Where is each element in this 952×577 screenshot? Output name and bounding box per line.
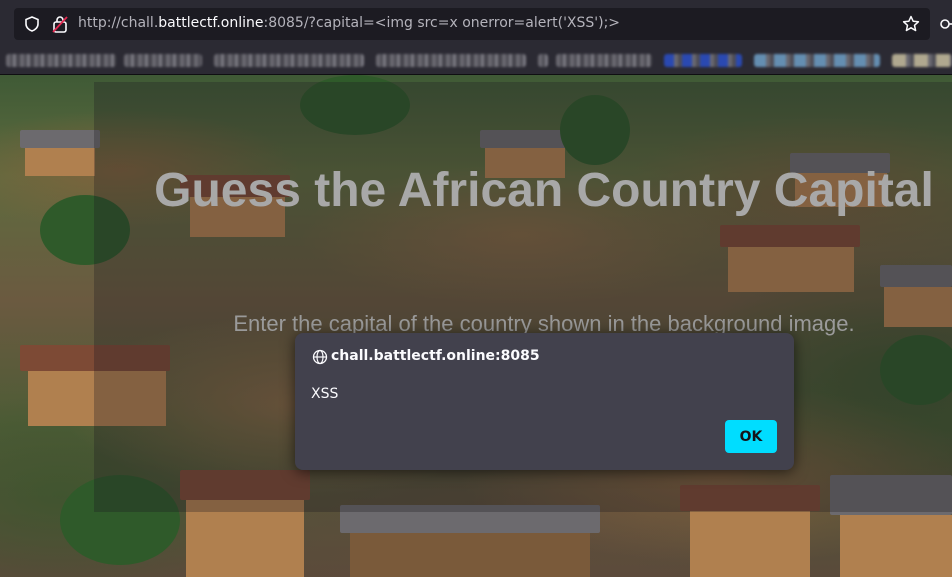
background-wall	[25, 148, 95, 176]
bookmark-item[interactable]	[754, 54, 880, 67]
url-text[interactable]: http://chall.battlectf.online:8085/?capi…	[78, 15, 620, 31]
bookmark-item[interactable]	[376, 54, 526, 67]
bookmark-item[interactable]	[214, 54, 364, 67]
lock-icon[interactable]	[52, 15, 68, 33]
url-host: battlectf.online	[158, 15, 264, 31]
shield-icon[interactable]	[24, 16, 40, 32]
page-title: Guess the African Country Capital	[154, 164, 934, 217]
browser-toolbar: http://chall.battlectf.online:8085/?capi…	[0, 0, 952, 48]
background-roof	[20, 130, 100, 148]
address-bar[interactable]: http://chall.battlectf.online:8085/?capi…	[14, 8, 930, 40]
bookmark-item[interactable]	[6, 54, 116, 67]
url-suffix: :8085/?capital=<img src=x onerror=alert(…	[263, 15, 621, 31]
background-wall	[690, 511, 810, 577]
bookmarks-toolbar	[0, 48, 952, 75]
url-prefix: http://chall.	[78, 15, 159, 31]
bookmark-item[interactable]	[538, 54, 548, 67]
ok-button[interactable]: OK	[725, 420, 777, 453]
extension-icon[interactable]	[940, 16, 952, 32]
star-icon[interactable]	[902, 15, 920, 33]
background-wall	[840, 515, 952, 577]
page-background: Guess the African Country Capital Enter …	[0, 75, 952, 577]
alert-message: XSS	[311, 386, 339, 402]
bookmark-item[interactable]	[892, 54, 952, 67]
bookmark-item[interactable]	[124, 54, 202, 67]
globe-icon	[312, 349, 328, 365]
bookmark-item[interactable]	[556, 54, 652, 67]
alert-origin: chall.battlectf.online:8085	[331, 348, 540, 364]
bookmark-item[interactable]	[664, 54, 742, 67]
background-wall	[350, 533, 590, 577]
alert-dialog: chall.battlectf.online:8085 XSS OK	[295, 333, 794, 470]
